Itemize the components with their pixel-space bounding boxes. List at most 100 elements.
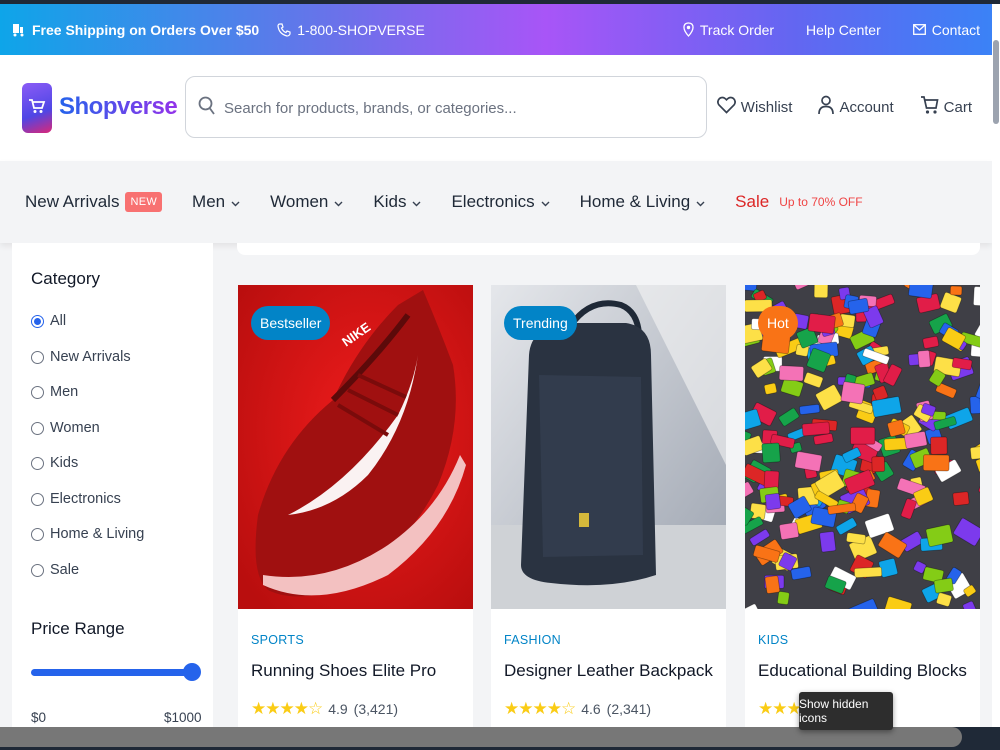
- product-card[interactable]: Hot KIDS Educational Building Blocks ★★★…: [745, 285, 980, 745]
- category-option-new-arrivals[interactable]: New Arrivals: [31, 349, 131, 365]
- rating-value: 4.6: [581, 701, 601, 717]
- heart-icon: [716, 96, 736, 118]
- product-badge: Hot: [758, 306, 798, 340]
- logo-mark[interactable]: [22, 83, 52, 133]
- nav-electronics-label: Electronics: [451, 192, 535, 211]
- rating-value: 4.9: [328, 701, 348, 717]
- chevron-down-icon: [231, 192, 240, 212]
- radio[interactable]: [31, 350, 44, 364]
- category-option-label: Sale: [50, 562, 80, 578]
- wishlist-label: Wishlist: [740, 98, 793, 116]
- product-image-building-blocks[interactable]: Hot: [745, 285, 980, 609]
- price-max-label: $1000: [164, 710, 202, 725]
- radio[interactable]: [31, 492, 44, 506]
- product-card[interactable]: NIKE Bestseller SPORTS Running Shoes Eli…: [238, 285, 473, 745]
- category-option-all[interactable]: All: [31, 313, 66, 329]
- nav-women[interactable]: Women: [270, 192, 343, 212]
- category-option-home-living[interactable]: Home & Living: [31, 526, 144, 542]
- category-option-label: New Arrivals: [50, 349, 131, 365]
- account-label: Account: [839, 98, 894, 116]
- chevron-down-icon: [696, 192, 705, 212]
- price-range-title: Price Range: [31, 619, 125, 638]
- help-center-link[interactable]: Help Center: [806, 22, 881, 38]
- show-hidden-icons-tooltip: Show hidden icons: [799, 692, 893, 730]
- category-option-label: All: [50, 313, 67, 329]
- product-rating: ★★★★☆ 4.6 (2,341): [504, 699, 651, 719]
- truck-icon: [12, 23, 26, 37]
- category-option-sale[interactable]: Sale: [31, 562, 79, 578]
- contact-label: Contact: [931, 21, 980, 38]
- radio[interactable]: [31, 563, 44, 577]
- cart-label: Cart: [943, 98, 972, 116]
- radio-selected[interactable]: [31, 314, 44, 328]
- site-header: Shopverse Wishlist Account Cart: [0, 55, 992, 161]
- price-slider-thumb[interactable]: [183, 663, 201, 681]
- product-image-shoe[interactable]: NIKE Bestseller: [238, 285, 473, 609]
- product-image-backpack[interactable]: Trending: [491, 285, 726, 609]
- radio[interactable]: [31, 385, 44, 399]
- category-option-kids[interactable]: Kids: [31, 455, 78, 471]
- free-shipping: Free Shipping on Orders Over $50: [12, 22, 259, 38]
- nav-women-label: Women: [270, 192, 329, 211]
- category-option-label: Home & Living: [50, 526, 145, 542]
- cart-icon: [920, 95, 939, 119]
- nav-home-living-label: Home & Living: [579, 192, 691, 211]
- star-rating-icon: ★★★★☆: [251, 699, 323, 718]
- new-badge: NEW: [125, 192, 163, 212]
- category-option-label: Women: [50, 420, 100, 436]
- price-slider-track[interactable]: [31, 669, 193, 676]
- nav-new-arrivals[interactable]: New Arrivals NEW: [25, 192, 163, 212]
- contact-link[interactable]: Contact: [912, 21, 980, 38]
- nav-men[interactable]: Men: [192, 192, 240, 212]
- product-name[interactable]: Running Shoes Elite Pro: [251, 661, 436, 681]
- category-option-label: Electronics: [50, 491, 121, 507]
- product-rating: ★★★★☆ 4.9 (3,421): [251, 699, 398, 719]
- radio[interactable]: [31, 527, 44, 541]
- wishlist-button[interactable]: Wishlist: [716, 95, 793, 119]
- promo-bar: Free Shipping on Orders Over $50 1-800-S…: [0, 4, 992, 55]
- nav-new-arrivals-label: New Arrivals: [25, 192, 120, 211]
- sale-discount-tag: Up to 70% OFF: [779, 195, 863, 209]
- category-option-women[interactable]: Women: [31, 420, 100, 436]
- category-title: Category: [31, 269, 100, 288]
- vertical-scrollbar-thumb[interactable]: [993, 40, 999, 124]
- star-rating-icon: ★★★★☆: [504, 699, 576, 718]
- product-card[interactable]: Trending FASHION Designer Leather Backpa…: [491, 285, 726, 745]
- product-name[interactable]: Educational Building Blocks: [758, 661, 967, 681]
- search-input[interactable]: [222, 91, 696, 125]
- product-category[interactable]: SPORTS: [251, 633, 304, 647]
- radio[interactable]: [31, 456, 44, 470]
- account-button[interactable]: Account: [818, 95, 894, 119]
- review-count: (3,421): [353, 701, 399, 717]
- product-badge: Bestseller: [251, 306, 331, 340]
- phone-icon: [277, 22, 291, 37]
- product-name[interactable]: Designer Leather Backpack: [504, 661, 713, 681]
- nav-kids-label: Kids: [373, 192, 407, 211]
- category-option-electronics[interactable]: Electronics: [31, 491, 121, 507]
- track-order-link[interactable]: Track Order: [683, 22, 774, 38]
- chevron-down-icon: [541, 192, 550, 212]
- price-min-label: $0: [31, 710, 47, 725]
- radio[interactable]: [31, 421, 44, 435]
- nav-electronics[interactable]: Electronics: [451, 192, 550, 212]
- location-pin-icon: [683, 22, 694, 37]
- horizontal-scrollbar[interactable]: [0, 727, 962, 747]
- cart-button[interactable]: Cart: [920, 95, 972, 119]
- review-count: (2,341): [606, 701, 652, 717]
- nav-home-living[interactable]: Home & Living: [580, 192, 706, 212]
- nav-sale[interactable]: Sale Up to 70% OFF: [735, 192, 862, 212]
- mail-icon: [912, 24, 926, 35]
- nav-kids[interactable]: Kids: [373, 192, 421, 212]
- phone-number: 1-800-SHOPVERSE: [297, 21, 425, 38]
- logo-text[interactable]: Shopverse: [59, 93, 178, 121]
- product-category[interactable]: FASHION: [504, 633, 561, 647]
- category-option-men[interactable]: Men: [31, 384, 78, 400]
- help-center-label: Help Center: [806, 21, 881, 38]
- toolbar-strip: [237, 243, 980, 255]
- chevron-down-icon: [334, 192, 343, 212]
- search-box[interactable]: [185, 76, 707, 138]
- product-category[interactable]: KIDS: [758, 633, 788, 647]
- phone-link[interactable]: 1-800-SHOPVERSE: [277, 22, 425, 38]
- product-badge: Trending: [504, 306, 577, 340]
- filter-sidebar: Category All New Arrivals Men Women Kids…: [12, 243, 213, 743]
